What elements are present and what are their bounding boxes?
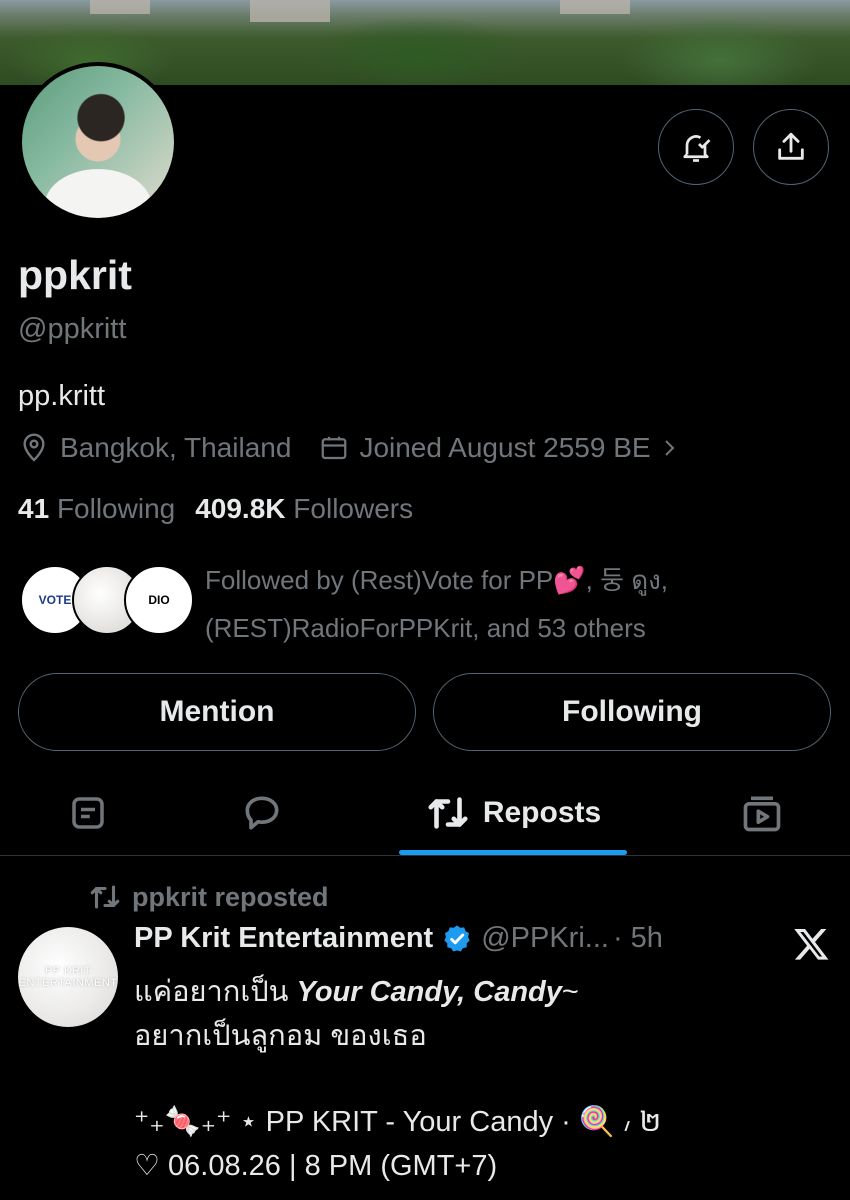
media-icon [743, 796, 781, 831]
profile-avatar-image [22, 66, 174, 218]
followed-by-text[interactable]: Followed by (Rest)Vote for PP💕, 둥 ดูง, (… [205, 556, 825, 652]
share-button[interactable] [753, 109, 829, 185]
post-line-blank [134, 1058, 834, 1102]
following-count-link[interactable]: 41 Following [18, 493, 175, 525]
post-line: อยากเป็นลูกอม ของเธอ [134, 1020, 427, 1052]
post-line: แค่อยากเป็น Your Candy, Candy~ [134, 970, 834, 1014]
banner-building [250, 0, 330, 22]
location: Bangkok, Thailand [18, 432, 291, 464]
post-time: · 5h [612, 922, 663, 954]
followed-by-avatars[interactable]: VOTE DIO [20, 565, 194, 635]
post-body[interactable]: แค่อยากเป็น Your Candy, Candy~ อยากเป็นล… [134, 970, 834, 1188]
joined-date[interactable]: Joined August 2559 BE [319, 432, 680, 464]
post-line1-thai: แค่อยากเป็น [134, 976, 297, 1008]
share-icon [778, 132, 804, 160]
followed-by-line: Followed by (Rest)Vote for PP💕, 둥 ดูง, [205, 565, 669, 595]
posts-icon [72, 796, 104, 829]
location-text: Bangkok, Thailand [60, 432, 292, 463]
verified-badge-icon [444, 924, 470, 952]
replies-icon [245, 796, 279, 829]
location-pin-icon [23, 433, 45, 462]
calendar-icon [322, 436, 347, 460]
tab-posts[interactable] [28, 770, 148, 855]
profile-bio: pp.kritt [18, 380, 106, 412]
post-line1-tail: ~ [561, 976, 579, 1008]
profile-meta: Bangkok, Thailand Joined August 2559 BE [18, 432, 681, 464]
joined-text: Joined August 2559 BE [359, 432, 651, 463]
profile-handle: @ppkritt [18, 313, 127, 345]
followers-count-link[interactable]: 409.8K Followers [195, 493, 413, 525]
following-button[interactable]: Following [433, 673, 831, 751]
followers-count: 409.8K [195, 493, 286, 524]
profile-avatar[interactable] [18, 62, 178, 222]
notifications-bell-button[interactable] [658, 109, 734, 185]
banner-building [90, 0, 150, 14]
followed-by-line: (REST)RadioForPPKrit, and 53 others [205, 613, 646, 643]
chevron-right-icon [664, 440, 674, 456]
following-count: 41 [18, 493, 50, 524]
reposts-icon [428, 796, 468, 829]
profile-name: ppkrit [18, 252, 132, 298]
followers-label: Followers [293, 493, 414, 524]
following-label: Following [56, 493, 176, 524]
post-line: ⁺₊🍬₊⁺ ⋆ PP KRIT - Your Candy · 🍭 ៸ ២ [134, 1106, 662, 1138]
post-header[interactable]: PP Krit Entertainment @PPKri... · 5h [134, 922, 663, 955]
follow-counts: 41 Following 409.8K Followers [18, 493, 413, 525]
repost-icon [90, 885, 120, 909]
mention-button[interactable]: Mention [18, 673, 416, 751]
tab-replies[interactable] [202, 770, 322, 855]
profile-tabs: Reposts [0, 770, 850, 856]
post-author-handle: @PPKri... [481, 922, 609, 954]
repost-context[interactable]: ppkrit reposted [88, 880, 329, 914]
bell-check-icon [683, 135, 711, 162]
post-line: ♡ 06.08.26 | 8 PM (GMT+7) [134, 1150, 498, 1182]
active-tab-indicator [399, 850, 627, 855]
follower-avatar-text: DIO [148, 593, 170, 607]
post-author-name: PP Krit Entertainment [134, 922, 434, 954]
tab-reposts[interactable]: Reposts [399, 770, 627, 855]
follower-avatar-text: VOTE [38, 593, 72, 607]
tab-media[interactable] [702, 770, 822, 855]
banner-building [560, 0, 630, 14]
post-avatar-text: PP KRIT ENTERTAINMENT [18, 965, 118, 989]
post-author-avatar[interactable]: PP KRIT ENTERTAINMENT [18, 927, 118, 1027]
post-line1-italic: Your Candy, Candy [296, 976, 562, 1008]
follower-avatar: DIO [124, 565, 194, 635]
x-logo-icon [793, 925, 831, 968]
repost-label: ppkrit reposted [132, 881, 329, 912]
tab-reposts-label: Reposts [482, 795, 602, 829]
